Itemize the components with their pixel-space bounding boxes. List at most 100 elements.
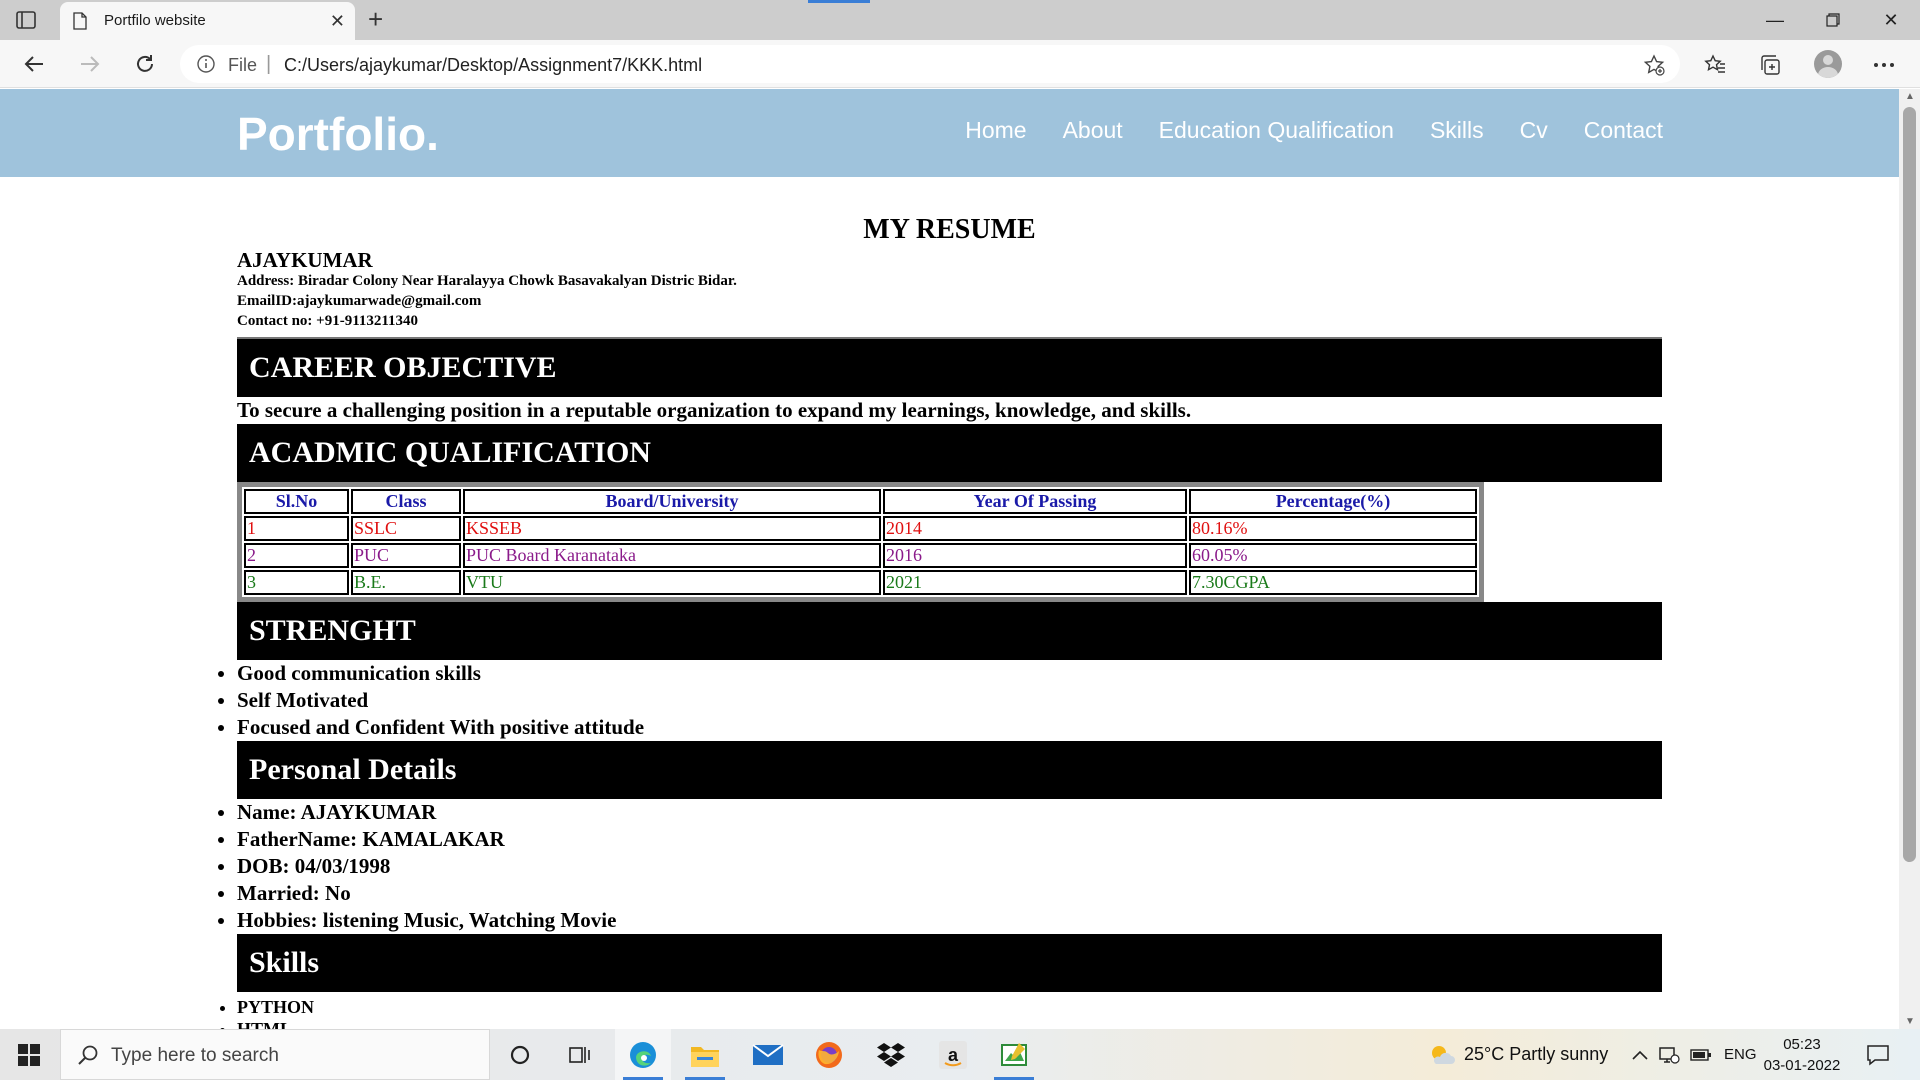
table-cell: PUC [351,543,461,568]
refresh-icon[interactable] [133,52,157,76]
weather-text: 25°C Partly sunny [1464,1044,1609,1064]
address-scheme-label: File [228,55,258,75]
window-controls: — ✕ [1746,0,1920,40]
table-cell: 7.30CGPA [1189,570,1477,595]
table-cell: 2021 [883,570,1187,595]
collections-icon[interactable] [1757,52,1783,78]
list-item: FatherName: KAMALAKAR [237,826,1662,853]
tab-actions-icon[interactable] [14,8,38,32]
firefox-icon[interactable] [801,1029,857,1080]
new-tab-icon[interactable]: + [368,4,383,35]
list-item: PYTHON [237,996,1662,1018]
personal-details-list: Name: AJAYKUMAR FatherName: KAMALAKAR DO… [237,799,1662,934]
windows-start-icon[interactable] [18,1044,40,1066]
qualification-table: Sl.No Class Board/University Year Of Pas… [237,482,1484,602]
add-favorite-icon[interactable] [1642,53,1666,77]
list-item: DOB: 04/03/1998 [237,853,1662,880]
scrollbar-thumb[interactable] [1903,107,1916,862]
amazon-icon[interactable]: a [925,1029,981,1080]
resume-contact: Contact no: +91-9113211340 [237,313,419,329]
more-options-icon[interactable] [1871,52,1897,78]
table-cell: 3 [244,570,349,595]
table-cell: 2016 [883,543,1187,568]
col-slno: Sl.No [244,489,349,514]
col-class: Class [351,489,461,514]
language-indicator[interactable]: ENG [1724,1029,1757,1080]
favorites-icon[interactable] [1702,52,1728,78]
address-bar[interactable]: File | C:/Users/ajaykumar/Desktop/Assign… [180,45,1680,83]
system-clock[interactable]: 05:23 03-01-2022 [1762,1034,1842,1076]
nav-about[interactable]: About [1063,117,1123,144]
page-scrollbar[interactable]: ▲ ▼ [1899,89,1920,1029]
nav-contact[interactable]: Contact [1584,117,1663,144]
forward-icon[interactable] [78,52,102,76]
close-window-icon[interactable]: ✕ [1862,0,1920,40]
restore-icon[interactable] [1804,0,1862,40]
scroll-up-icon[interactable]: ▲ [1905,91,1915,102]
resume-email: EmailID:ajaykumarwade@gmail.com [237,293,482,309]
file-explorer-icon[interactable] [677,1029,733,1080]
minimize-icon[interactable]: — [1746,0,1804,40]
col-percentage: Percentage(%) [1189,489,1477,514]
show-hidden-icons[interactable] [1632,1029,1648,1080]
strength-heading: STRENGHT [237,602,1662,660]
tab-strip-indicator [808,0,870,3]
battery-icon[interactable] [1690,1029,1712,1080]
resume-address: Address: Biradar Colony Near Haralayya C… [237,273,737,289]
nav-cv[interactable]: Cv [1520,117,1548,144]
list-item: Name: AJAYKUMAR [237,799,1662,826]
weather-widget[interactable]: 25°C Partly sunny [1428,1029,1608,1080]
tab-close-icon[interactable]: ✕ [330,11,345,32]
personal-details-heading: Personal Details [237,741,1662,799]
info-icon[interactable] [196,54,216,74]
page-viewport: Portfolio. Home About Education Qualific… [0,89,1899,1029]
task-view-icon[interactable] [552,1029,608,1080]
table-cell: KSSEB [463,516,881,541]
notifications-icon[interactable] [1866,1029,1890,1080]
cortana-icon[interactable] [492,1029,548,1080]
windows-taskbar: Type here to search a 25°C Partly sunny [0,1029,1920,1080]
page-icon [73,12,87,30]
taskbar-search-box[interactable]: Type here to search [60,1029,490,1080]
skills-list: PYTHON HTML [237,996,1662,1029]
list-item: Focused and Confident With positive atti… [237,714,1662,741]
network-icon[interactable] [1658,1029,1680,1080]
browser-tab[interactable]: Portfilo website ✕ [60,2,355,40]
dropbox-icon[interactable] [863,1029,919,1080]
career-objective-text: To secure a challenging position in a re… [237,398,1192,422]
table-cell: 1 [244,516,349,541]
svg-text:a: a [948,1045,959,1065]
nav-education[interactable]: Education Qualification [1159,117,1394,144]
clock-time: 05:23 [1783,1036,1821,1053]
site-logo[interactable]: Portfolio. [237,107,439,161]
table-cell: 2 [244,543,349,568]
skills-heading: Skills [237,934,1662,992]
list-item: Married: No [237,880,1662,907]
nav-skills[interactable]: Skills [1430,117,1484,144]
edge-taskbar-icon[interactable] [615,1029,671,1080]
browser-toolbar: File | C:/Users/ajaykumar/Desktop/Assign… [0,40,1920,88]
clock-date: 03-01-2022 [1763,1057,1841,1074]
table-cell: PUC Board Karanataka [463,543,881,568]
search-icon [78,1045,98,1065]
table-row: 1 SSLC KSSEB 2014 80.16% [244,516,1477,541]
table-row: 3 B.E. VTU 2021 7.30CGPA [244,570,1477,595]
list-item: Good communication skills [237,660,1662,687]
col-board: Board/University [463,489,881,514]
table-cell: B.E. [351,570,461,595]
table-cell: SSLC [351,516,461,541]
app-icon[interactable] [986,1029,1042,1080]
strength-list: Good communication skills Self Motivated… [237,660,1662,741]
address-url[interactable]: C:/Users/ajaykumar/Desktop/Assignment7/K… [284,55,702,76]
mail-icon[interactable] [740,1029,796,1080]
back-icon[interactable] [22,52,46,76]
profile-avatar[interactable] [1814,50,1842,78]
col-year: Year Of Passing [883,489,1187,514]
resume-content: MY RESUME AJAYKUMAR Address: Biradar Col… [237,177,1662,1029]
partly-sunny-icon [1432,1045,1455,1064]
site-header: Portfolio. Home About Education Qualific… [0,89,1899,177]
list-item: Self Motivated [237,687,1662,714]
scroll-down-icon[interactable]: ▼ [1905,1016,1915,1027]
nav-home[interactable]: Home [965,117,1026,144]
table-header-row: Sl.No Class Board/University Year Of Pas… [244,489,1477,514]
